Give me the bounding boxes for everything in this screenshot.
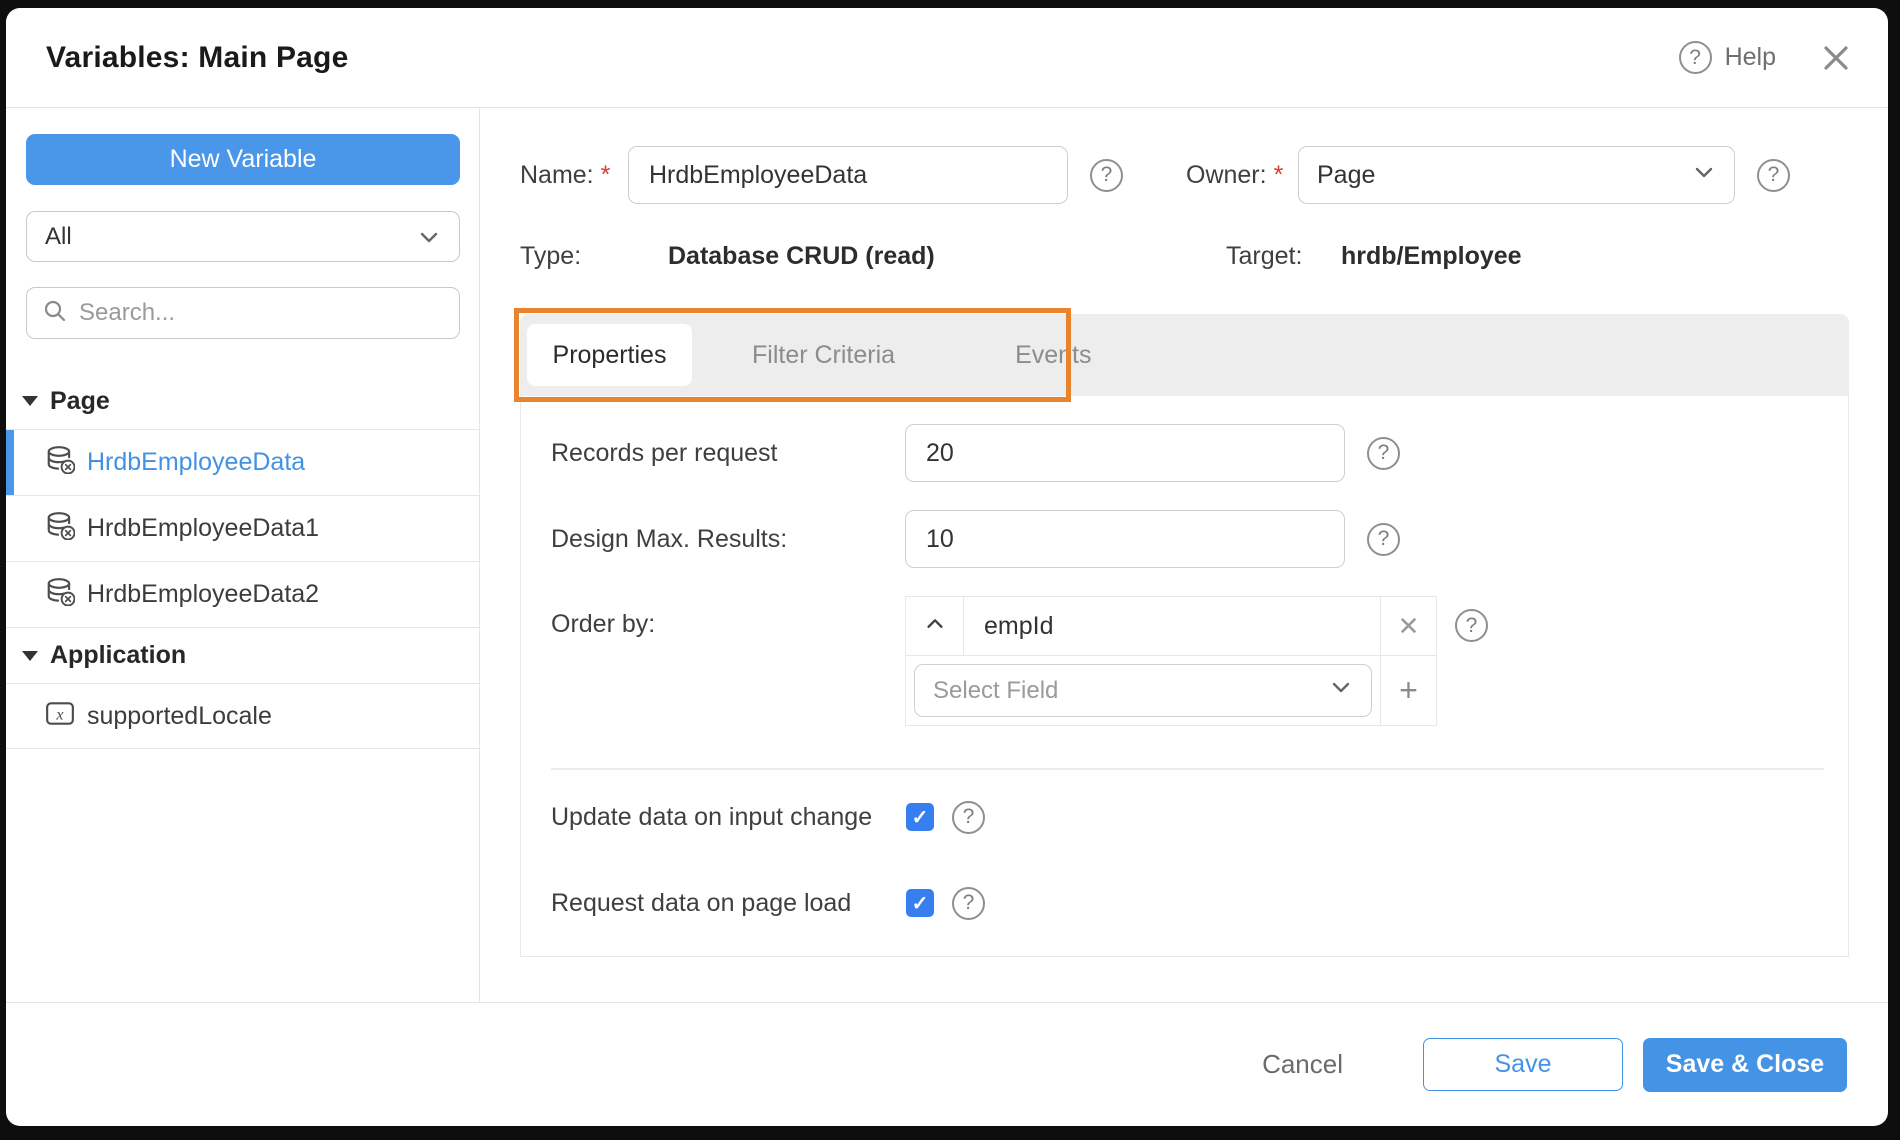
order-by-widget: empId ✕ Select Field + xyxy=(905,596,1437,726)
order-by-help-icon[interactable]: ? xyxy=(1455,609,1488,642)
variables-dialog: Variables: Main Page ? Help New Variable… xyxy=(6,8,1888,1126)
update-data-on-input-change-label: Update data on input change xyxy=(551,802,873,831)
search-input[interactable] xyxy=(79,299,443,327)
add-order-by-entry-button[interactable]: + xyxy=(1380,656,1436,725)
target-label: Target: xyxy=(1226,241,1303,270)
variable-type-filter-value: All xyxy=(45,222,72,250)
new-variable-button[interactable]: New Variable xyxy=(26,134,460,185)
tab-events[interactable]: Events xyxy=(955,324,1151,386)
section-divider xyxy=(551,768,1824,770)
save-button[interactable]: Save xyxy=(1423,1038,1623,1091)
sort-ascending-toggle[interactable] xyxy=(906,597,964,655)
order-by-field-value[interactable]: empId xyxy=(964,597,1380,655)
close-icon[interactable] xyxy=(1822,44,1850,72)
design-max-results-help-icon[interactable]: ? xyxy=(1367,522,1400,556)
chevron-down-icon xyxy=(1692,160,1716,191)
variables-sidebar: New Variable All Page HrdbEmployeeData xyxy=(6,108,480,1002)
section-header-page[interactable]: Page xyxy=(6,373,479,429)
save-and-close-button[interactable]: Save & Close xyxy=(1643,1037,1847,1092)
owner-label: Owner: xyxy=(1186,160,1267,189)
select-field-dropdown[interactable]: Select Field xyxy=(914,664,1372,717)
request-data-on-page-load-label: Request data on page load xyxy=(551,888,852,917)
target-value: hrdb/Employee xyxy=(1341,241,1522,270)
section-collapse-triangle-icon xyxy=(22,650,38,661)
order-by-add-row: Select Field + xyxy=(906,655,1436,725)
design-max-results-input[interactable] xyxy=(905,510,1345,568)
variable-list-item[interactable]: HrdbEmployeeData xyxy=(6,429,479,495)
database-crud-variable-icon xyxy=(45,576,76,613)
dialog-title: Variables: Main Page xyxy=(46,40,349,74)
select-field-placeholder: Select Field xyxy=(933,676,1059,704)
section-header-application[interactable]: Application xyxy=(6,627,479,683)
cancel-button[interactable]: Cancel xyxy=(1262,1049,1343,1080)
owner-select[interactable]: Page xyxy=(1298,146,1735,204)
chevron-down-icon xyxy=(1329,675,1353,706)
variable-detail-pane: Name: * ? Owner: * Page ? Type: Database xyxy=(480,108,1888,1002)
model-variable-icon xyxy=(45,698,75,735)
update-data-help-icon[interactable]: ? xyxy=(952,800,985,834)
name-label: Name: xyxy=(520,160,594,189)
chevron-down-icon xyxy=(417,225,441,249)
type-label: Type: xyxy=(520,241,582,270)
variable-type-filter-select[interactable]: All xyxy=(26,211,460,262)
order-by-entry-row: empId ✕ xyxy=(906,597,1436,655)
chevron-up-icon xyxy=(924,613,946,640)
tab-strip: Properties Filter Criteria Events xyxy=(520,314,1849,396)
update-data-on-input-change-checkbox[interactable]: ✓ xyxy=(906,803,934,831)
remove-order-by-entry-button[interactable]: ✕ xyxy=(1380,597,1436,655)
section-collapse-triangle-icon xyxy=(22,396,38,406)
order-by-label: Order by: xyxy=(551,610,656,638)
variable-list-item[interactable]: HrdbEmployeeData1 xyxy=(6,495,479,561)
properties-panel: Records per request ? Design Max. Result… xyxy=(520,396,1849,957)
dialog-header: Variables: Main Page ? Help xyxy=(6,8,1888,108)
dialog-footer: Cancel Save Save & Close xyxy=(6,1002,1888,1126)
name-input[interactable] xyxy=(628,146,1068,204)
required-asterisk: * xyxy=(600,160,611,189)
records-per-request-help-icon[interactable]: ? xyxy=(1367,436,1400,470)
tab-properties[interactable]: Properties xyxy=(527,324,692,386)
tab-filter-criteria[interactable]: Filter Criteria xyxy=(692,324,955,386)
name-help-icon[interactable]: ? xyxy=(1090,158,1123,192)
help-link[interactable]: Help xyxy=(1725,43,1776,72)
variable-list-item[interactable]: HrdbEmployeeData2 xyxy=(6,561,479,627)
design-max-results-label: Design Max. Results: xyxy=(551,524,788,553)
variable-list: Page HrdbEmployeeData HrdbEmployeeData1 … xyxy=(6,373,479,749)
owner-help-icon[interactable]: ? xyxy=(1757,158,1790,192)
request-data-on-page-load-checkbox[interactable]: ✓ xyxy=(906,889,934,917)
owner-select-value: Page xyxy=(1317,160,1376,189)
records-per-request-label: Records per request xyxy=(551,438,778,467)
request-data-help-icon[interactable]: ? xyxy=(952,886,985,920)
variable-list-item[interactable]: supportedLocale xyxy=(6,683,479,749)
records-per-request-input[interactable] xyxy=(905,424,1345,482)
required-asterisk: * xyxy=(1273,160,1284,189)
database-crud-variable-icon xyxy=(45,444,76,481)
help-question-icon[interactable]: ? xyxy=(1678,41,1712,74)
database-crud-variable-icon xyxy=(45,510,76,547)
variable-search[interactable] xyxy=(26,287,460,339)
search-icon xyxy=(43,299,66,327)
type-value: Database CRUD (read) xyxy=(668,241,935,270)
